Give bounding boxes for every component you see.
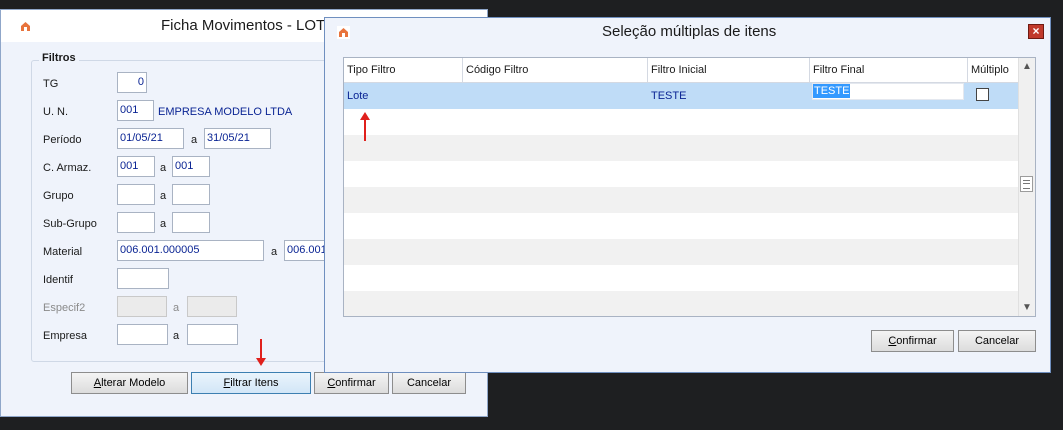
subgrupo-from-field[interactable] [117,212,155,233]
window-title: Ficha Movimentos - LOTE [161,17,336,34]
carmaz-label: C. Armaz. [43,162,92,174]
confirmar-label: onfirmar [335,377,376,389]
table-row[interactable] [344,265,1020,291]
app-logo-icon [19,20,32,33]
tg-field[interactable]: 0 [117,72,147,93]
material-label: Material [43,246,83,258]
scroll-down-icon[interactable]: ▼ [1019,299,1035,316]
filter-grid[interactable]: Tipo Filtro Código Filtro Filtro Inicial… [343,57,1036,317]
annotation-arrow-down [256,339,266,366]
material-from-field[interactable]: 006.001.000005 [117,240,264,261]
filtrar-itens-button[interactable]: Filtrar Itens [191,372,311,394]
grupo-label: Grupo [43,190,74,202]
cell-filtro-final-text: TESTE [813,84,851,98]
cancelar-button[interactable]: Cancelar [392,372,466,394]
column-header-filtro-final[interactable]: Filtro Final [810,58,968,82]
dialog-confirmar-label: onfirmar [896,335,937,347]
subgrupo-to-field[interactable] [172,212,210,233]
especif2-label: Especif2 [43,302,86,314]
column-header-multiplo[interactable]: Múltiplo [968,58,1020,82]
grupo-to-field[interactable] [172,184,210,205]
filtros-label: Filtros [39,52,79,64]
cell-filtro-final-editor[interactable]: TESTE [812,83,964,100]
column-header-filtro-inicial[interactable]: Filtro Inicial [648,58,810,82]
un-name-text: EMPRESA MODELO LTDA [158,106,293,118]
cancelar-label: Cancelar [406,377,452,389]
table-row[interactable] [344,135,1020,161]
alterar-modelo-button[interactable]: Alterar Modelo [71,372,188,394]
column-header-codigo-filtro[interactable]: Código Filtro [463,58,648,82]
empresa-to-field[interactable] [187,324,238,345]
dialog-confirmar-button[interactable]: Confirmar [871,330,954,352]
selecao-multiplas-dialog: Seleção múltiplas de itens × Tipo Filtro… [324,17,1051,373]
cell-filtro-inicial[interactable]: TESTE [648,83,810,109]
periodo-separator: a [191,134,198,146]
empresa-from-field[interactable] [117,324,168,345]
especif2-to-field [187,296,237,317]
filtrar-itens-label: iltrar Itens [230,377,279,389]
dialog-titlebar[interactable]: Seleção múltiplas de itens × [325,18,1050,46]
table-row[interactable] [344,109,1020,135]
dialog-cancelar-label: Cancelar [974,335,1020,347]
close-icon[interactable]: × [1028,24,1044,39]
subgrupo-separator: a [160,218,167,230]
material-separator: a [271,246,278,258]
confirmar-button[interactable]: Confirmar [314,372,389,394]
table-row[interactable] [344,291,1020,316]
alterar-modelo-accel: A [93,377,102,389]
scroll-thumb[interactable] [1020,176,1033,192]
cell-codigo-filtro[interactable] [463,83,648,109]
vertical-scrollbar[interactable]: ▲ ▼ [1018,58,1035,316]
grupo-separator: a [160,190,167,202]
cell-tipo-filtro[interactable]: Lote [344,83,463,109]
table-row[interactable] [344,161,1020,187]
identif-label: Identif [43,274,73,286]
carmaz-to-field[interactable]: 001 [172,156,210,177]
table-row[interactable] [344,187,1020,213]
table-row[interactable] [344,239,1020,265]
un-code-field[interactable]: 001 [117,100,154,121]
annotation-arrow-up [360,112,370,141]
periodo-label: Período [43,134,82,146]
tg-label: TG [43,78,59,90]
periodo-from-field[interactable]: 01/05/21 [117,128,184,149]
alterar-modelo-label: lterar Modelo [101,377,166,389]
grid-header: Tipo Filtro Código Filtro Filtro Inicial… [344,58,1020,83]
periodo-to-field[interactable]: 31/05/21 [204,128,271,149]
carmaz-from-field[interactable]: 001 [117,156,155,177]
especif2-separator: a [173,302,180,314]
un-label: U. N. [43,106,69,118]
table-row[interactable] [344,213,1020,239]
identif-field[interactable] [117,268,169,289]
dialog-cancelar-button[interactable]: Cancelar [958,330,1036,352]
scroll-up-icon[interactable]: ▲ [1019,58,1035,75]
especif2-from-field [117,296,167,317]
subgrupo-label: Sub-Grupo [43,218,97,230]
empresa-label: Empresa [43,330,88,342]
empresa-separator: a [173,330,180,342]
app-logo-icon [337,26,350,39]
carmaz-separator: a [160,162,167,174]
dialog-title: Seleção múltiplas de itens [602,23,777,40]
grupo-from-field[interactable] [117,184,155,205]
checkbox-unchecked-icon[interactable] [976,88,989,101]
column-header-tipo-filtro[interactable]: Tipo Filtro [344,58,463,82]
